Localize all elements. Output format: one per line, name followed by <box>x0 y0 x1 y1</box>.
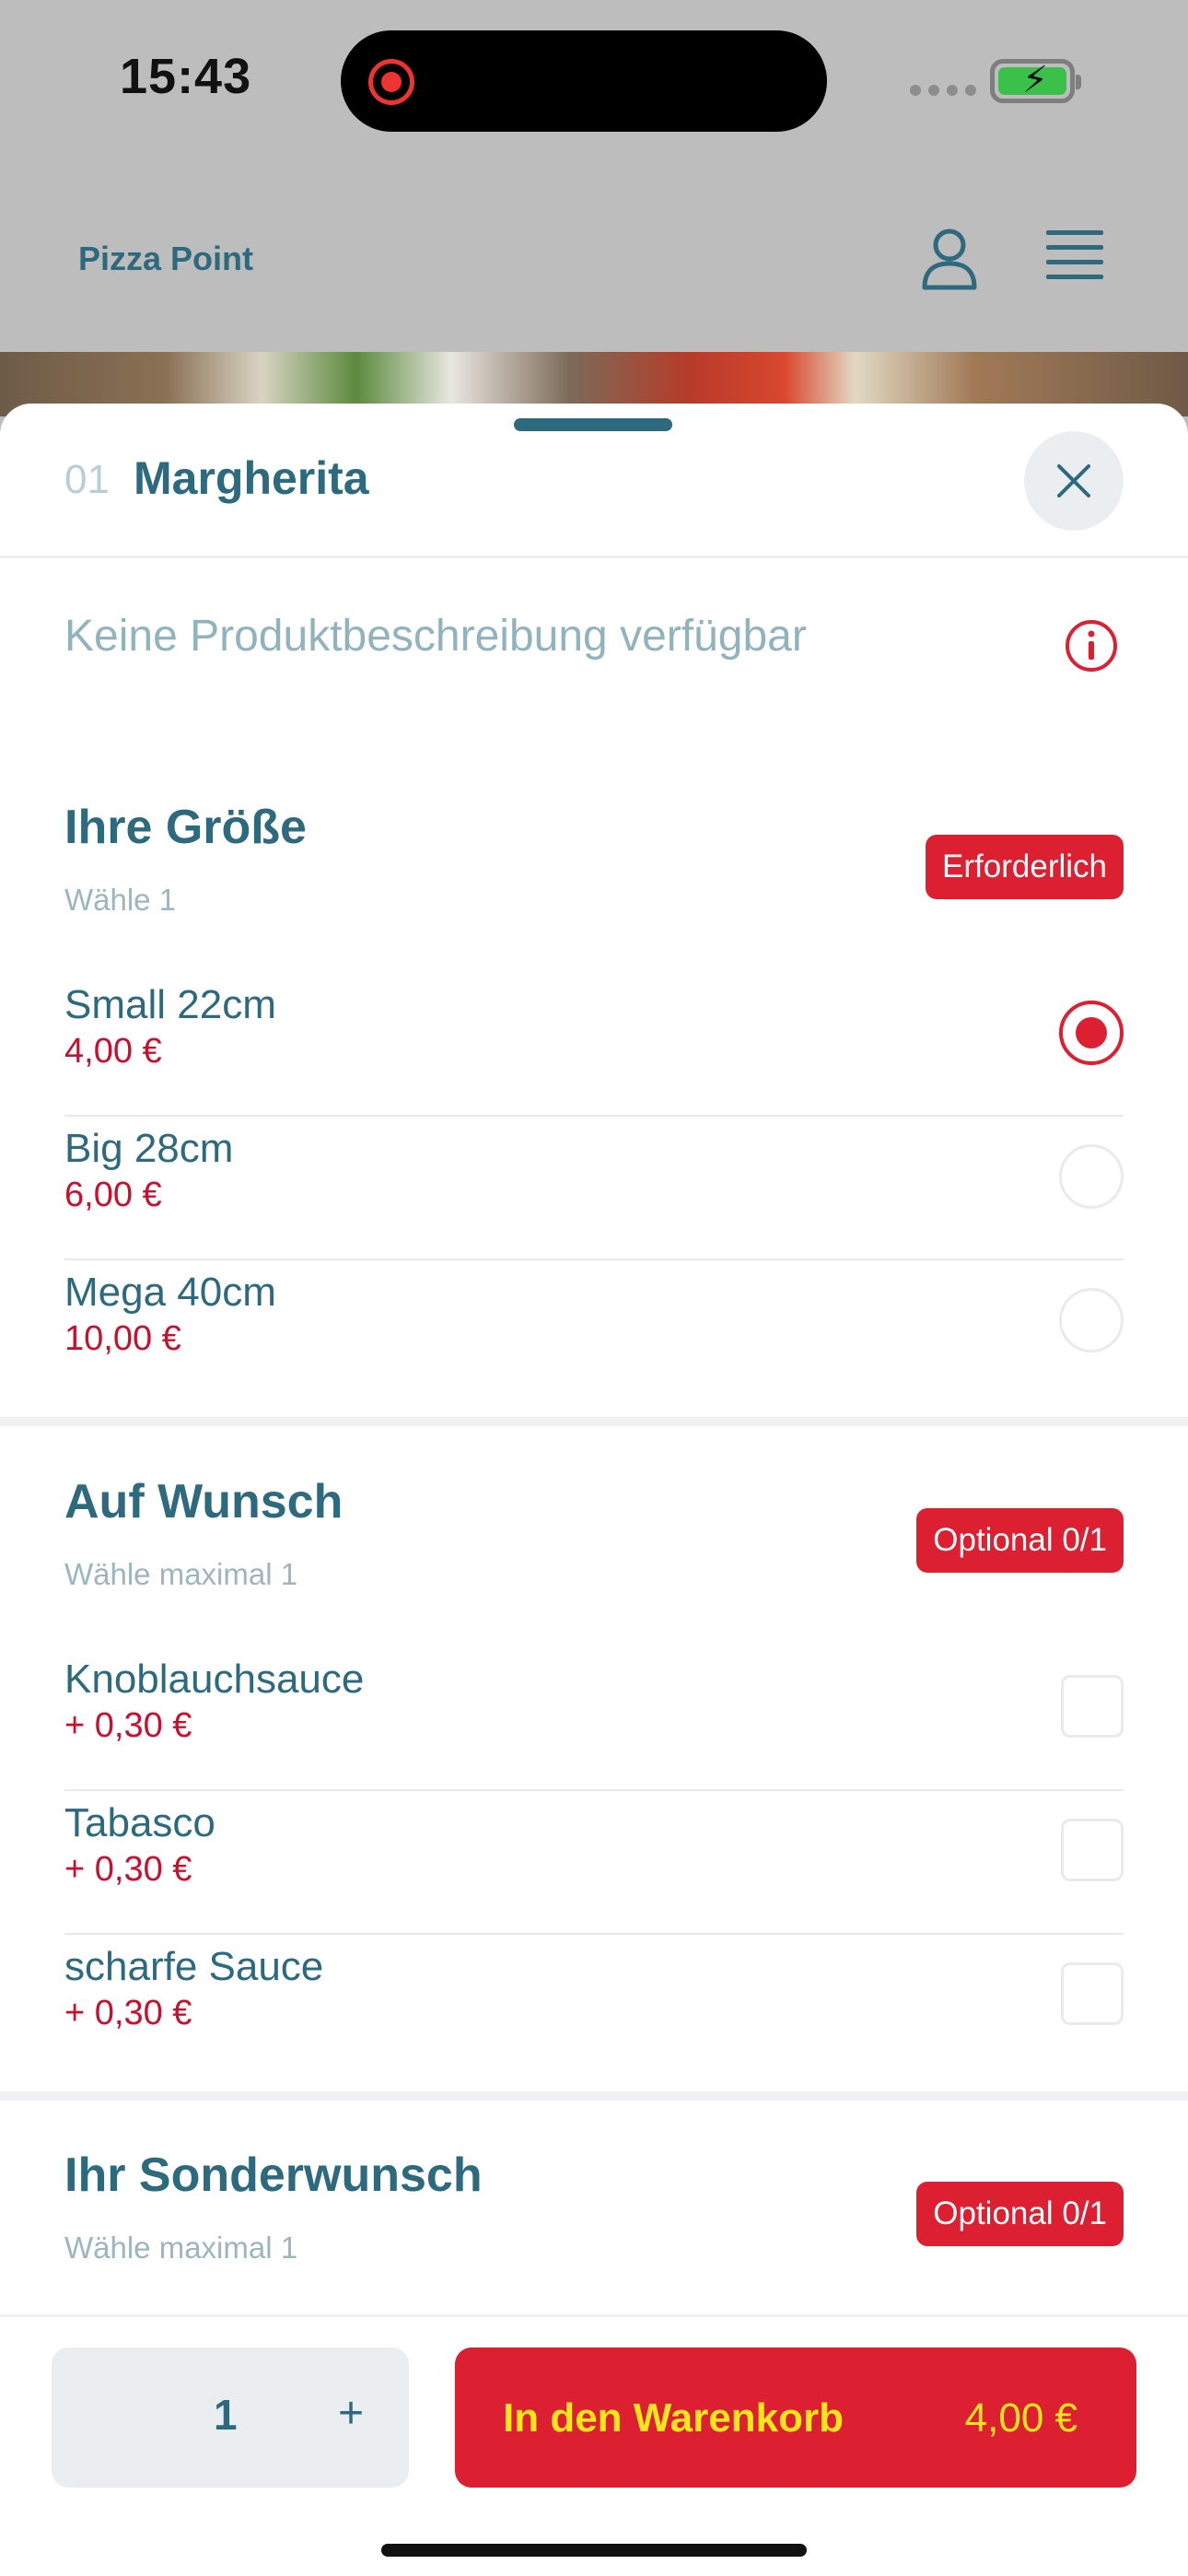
info-icon[interactable] <box>1064 618 1119 673</box>
quantity-value: 1 <box>214 2391 238 2439</box>
size-option-mega[interactable]: Mega 40cm 10,00 € <box>64 1260 1124 1404</box>
brand-name[interactable]: Pizza Point <box>78 240 253 278</box>
checkbox[interactable] <box>1061 1819 1124 1881</box>
option-label: Mega 40cm <box>64 1270 276 1315</box>
size-option-small[interactable]: Small 22cm 4,00 € <box>64 973 1124 1117</box>
option-label: Knoblauchsauce <box>64 1657 365 1702</box>
home-indicator[interactable] <box>381 2544 807 2557</box>
extra-option-garlic[interactable]: Knoblauchsauce + 0,30 € <box>64 1647 1124 1791</box>
dynamic-island <box>341 30 827 132</box>
option-label: Small 22cm <box>64 982 276 1027</box>
option-label: scharfe Sauce <box>64 1944 324 1989</box>
add-to-cart-price: 4,00 € <box>964 2395 1077 2441</box>
section-title-special: Ihr Sonderwunsch <box>64 2149 483 2202</box>
app-screen: 15:43 ⚡ Pizza Point 01 Margherita Keine … <box>0 0 1188 2576</box>
section-subtitle-extras: Wähle maximal 1 <box>64 1557 298 1591</box>
add-to-cart-button[interactable]: In den Warenkorb 4,00 € <box>455 2348 1136 2488</box>
product-number: 01 <box>64 457 110 502</box>
product-description: Keine Produktbeschreibung verfügbar <box>64 612 807 661</box>
quantity-stepper[interactable]: 1 + <box>52 2348 409 2488</box>
option-price: 10,00 € <box>64 1319 181 1358</box>
divider <box>0 556 1188 558</box>
required-badge: Erforderlich <box>926 835 1124 899</box>
product-sheet: 01 Margherita Keine Produktbeschreibung … <box>0 404 1188 2576</box>
signal-icon <box>910 85 976 96</box>
increase-quantity-button[interactable]: + <box>328 2388 374 2439</box>
user-icon[interactable] <box>921 227 978 291</box>
radio-selected[interactable] <box>1059 1001 1124 1065</box>
option-price: + 0,30 € <box>64 1706 192 1745</box>
add-to-cart-label: In den Warenkorb <box>503 2395 844 2441</box>
option-price: + 0,30 € <box>64 1994 192 2032</box>
option-price: 6,00 € <box>64 1176 162 1214</box>
option-price: 4,00 € <box>64 1032 162 1071</box>
menu-icon[interactable] <box>1046 230 1103 282</box>
option-label: Tabasco <box>64 1800 215 1845</box>
product-name: Margherita <box>134 452 369 504</box>
battery-icon: ⚡ <box>990 59 1081 103</box>
extra-option-hot-sauce[interactable]: scharfe Sauce + 0,30 € <box>64 1935 1124 2078</box>
status-time: 15:43 <box>120 49 252 104</box>
extra-option-tabasco[interactable]: Tabasco + 0,30 € <box>64 1791 1124 1935</box>
section-subtitle-size: Wähle 1 <box>64 883 177 917</box>
close-button[interactable] <box>1024 431 1124 531</box>
checkbox[interactable] <box>1061 1675 1124 1738</box>
sheet-handle[interactable] <box>514 418 672 431</box>
section-title-extras: Auf Wunsch <box>64 1475 344 1528</box>
section-title-size: Ihre Größe <box>64 801 307 854</box>
checkbox[interactable] <box>1061 1962 1124 2025</box>
radio-unselected[interactable] <box>1059 1144 1124 1209</box>
bottom-action-bar: 1 + In den Warenkorb 4,00 € <box>0 2314 1188 2576</box>
section-separator <box>0 1417 1188 1426</box>
size-option-big[interactable]: Big 28cm 6,00 € <box>64 1117 1124 1260</box>
record-icon <box>368 59 414 105</box>
optional-badge: Optional 0/1 <box>916 2182 1124 2246</box>
section-separator <box>0 2091 1188 2101</box>
section-subtitle-special: Wähle maximal 1 <box>64 2231 298 2265</box>
option-label: Big 28cm <box>64 1126 234 1171</box>
optional-badge: Optional 0/1 <box>916 1508 1124 1573</box>
radio-unselected[interactable] <box>1059 1288 1124 1352</box>
close-icon <box>1057 464 1090 498</box>
option-price: + 0,30 € <box>64 1850 192 1889</box>
